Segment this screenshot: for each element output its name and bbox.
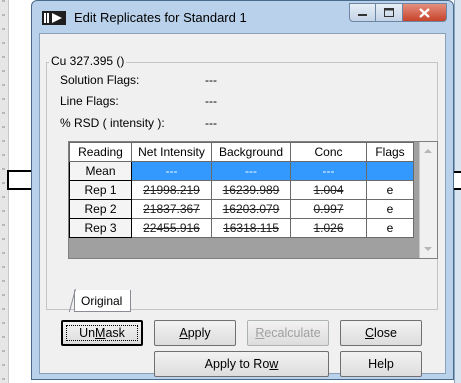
help-button[interactable]: Help — [340, 351, 422, 377]
flags-cell[interactable]: e — [366, 180, 414, 200]
unmask-label-rest: ask — [105, 326, 125, 340]
recalculate-mnemonic: R — [255, 326, 265, 340]
row-header-rep-1[interactable]: Rep 1 — [69, 180, 132, 200]
rsd-intensity-value: --- — [205, 116, 217, 130]
apply-label: pply — [187, 326, 211, 340]
background-cell[interactable]: 16318.115 — [211, 218, 291, 238]
background-cell[interactable]: 16239.989 — [211, 180, 291, 200]
table-row-rep-2[interactable]: Rep 2 21837.367 16203.079 0.997 e — [69, 199, 414, 219]
column-header-background[interactable]: Background — [211, 142, 291, 162]
unmask-label: Un — [79, 326, 96, 340]
net-intensity-cell[interactable]: 22455.916 — [131, 218, 212, 238]
masked-value: 0.997 — [313, 202, 344, 216]
column-header-flags[interactable]: Flags — [366, 142, 414, 162]
masked-value: 16318.115 — [223, 221, 279, 235]
apply-to-row-mnemonic: w — [269, 357, 279, 371]
close-button[interactable]: Close — [340, 320, 422, 346]
tab-strip: Original — [70, 290, 440, 314]
solution-flags-label: Solution Flags: — [60, 73, 140, 87]
minimize-button[interactable] — [349, 3, 376, 22]
conc-cell[interactable]: 1.026 — [290, 218, 367, 238]
table-row-rep-1[interactable]: Rep 1 21998.219 16239.989 1.004 e — [69, 180, 414, 200]
replicates-grid[interactable]: Reading Net Intensity Background Conc Fl… — [68, 141, 438, 259]
masked-value: 21998.219 — [143, 183, 200, 197]
flags-cell[interactable]: e — [366, 218, 414, 238]
net-intensity-cell[interactable]: 21837.367 — [131, 199, 212, 219]
apply-to-row-label: Apply to Ro — [204, 357, 270, 371]
scroll-up-arrow-icon[interactable] — [424, 149, 432, 153]
tab-original[interactable]: Original — [74, 290, 132, 312]
row-header-mean[interactable]: Mean — [69, 161, 132, 181]
net-intensity-cell[interactable]: 21998.219 — [131, 180, 212, 200]
tab-original-label: Original — [81, 294, 123, 308]
column-header-net-intensity[interactable]: Net Intensity — [131, 142, 212, 162]
line-flags-label: Line Flags: — [60, 94, 119, 108]
flags-cell[interactable]: e — [366, 199, 414, 219]
close-icon — [419, 7, 430, 18]
rsd-intensity-label: % RSD ( intensity ): — [60, 116, 165, 130]
table-row-mean[interactable]: Mean --- --- --- — [69, 161, 414, 181]
conc-cell[interactable]: 0.997 — [290, 199, 367, 219]
background-cell[interactable]: 16203.079 — [211, 199, 291, 219]
minimize-icon — [358, 13, 367, 16]
masked-value: 22455.916 — [143, 221, 200, 235]
close-window-button[interactable] — [403, 3, 447, 22]
app-icon — [42, 11, 66, 25]
flags-cell[interactable] — [366, 161, 414, 181]
row-header-rep-2[interactable]: Rep 2 — [69, 199, 132, 219]
grid-header-row: Reading Net Intensity Background Conc Fl… — [69, 142, 414, 162]
masked-value: 16203.079 — [222, 202, 280, 216]
recalculate-button[interactable]: Recalculate — [247, 320, 329, 346]
row-header-rep-3[interactable]: Rep 3 — [69, 218, 132, 238]
close-mnemonic: C — [365, 326, 375, 340]
unmask-button[interactable]: Un Mask — [61, 320, 143, 346]
recalculate-label: ecalculate — [264, 326, 321, 340]
help-label: Help — [368, 357, 394, 371]
conc-cell[interactable]: 1.004 — [290, 180, 367, 200]
masked-value: 1.004 — [313, 183, 344, 197]
grid-vertical-scrollbar[interactable] — [419, 142, 437, 258]
apply-button[interactable]: Apply — [154, 320, 236, 346]
apply-to-row-button[interactable]: Apply to Ro w — [154, 351, 329, 377]
group-title: Cu 327.395 () — [49, 54, 127, 68]
masked-value: 21837.367 — [143, 202, 200, 216]
scroll-down-arrow-icon[interactable] — [424, 247, 432, 251]
column-header-conc[interactable]: Conc — [290, 142, 367, 162]
table-row-rep-3[interactable]: Rep 3 22455.916 16318.115 1.026 e — [69, 218, 414, 238]
edit-replicates-dialog: Edit Replicates for Standard 1 Cu 327.39… — [31, 0, 454, 380]
maximize-button[interactable] — [376, 3, 403, 22]
maximize-icon — [384, 8, 394, 17]
unmask-mnemonic: M — [95, 326, 106, 340]
masked-value: 16239.989 — [222, 183, 280, 197]
line-flags-value: --- — [205, 94, 217, 108]
dialog-body: Cu 327.395 () Solution Flags: --- Line F… — [39, 33, 446, 377]
background-cell[interactable]: --- — [211, 161, 291, 181]
net-intensity-cell[interactable]: --- — [131, 161, 212, 181]
masked-value: 1.026 — [313, 221, 344, 235]
close-label: lose — [374, 326, 397, 340]
conc-cell[interactable]: --- — [290, 161, 367, 181]
window-title: Edit Replicates for Standard 1 — [74, 10, 247, 25]
apply-mnemonic: A — [179, 326, 188, 340]
title-bar[interactable]: Edit Replicates for Standard 1 — [32, 1, 453, 33]
column-header-reading[interactable]: Reading — [69, 142, 132, 162]
solution-flags-value: --- — [205, 73, 217, 87]
